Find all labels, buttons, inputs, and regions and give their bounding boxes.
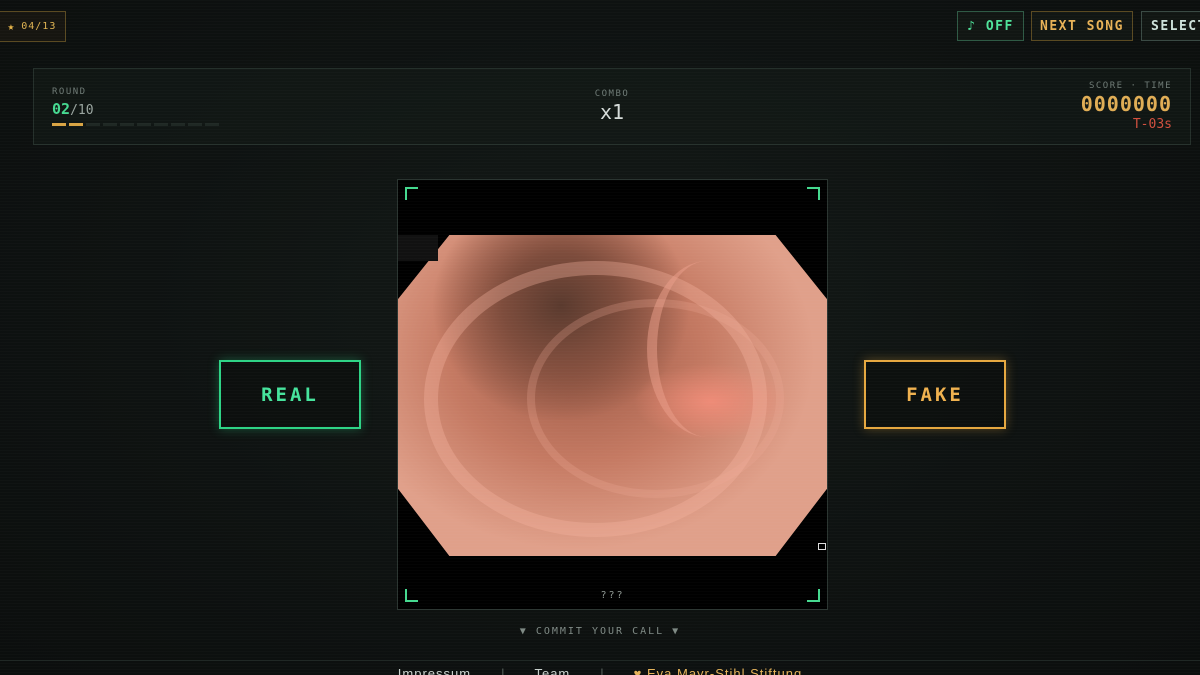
music-toggle-button[interactable]: ♪ OFF — [957, 11, 1024, 41]
fake-button[interactable]: FAKE — [864, 360, 1006, 429]
select-button[interactable]: SELECT — [1141, 11, 1200, 41]
endoscopy-image — [398, 235, 827, 556]
footer-separator: | — [501, 666, 505, 675]
badge-count: 04/13 — [21, 21, 57, 32]
score-label: SCORE · TIME — [1088, 81, 1172, 91]
footer-separator: | — [600, 666, 604, 675]
footer: Impressum | Team | ♥ Eva Mayr-Stihl Stif… — [0, 660, 1200, 675]
commit-prompt: ▼ COMMIT YOUR CALL ▼ — [519, 626, 681, 637]
progress-badge: ★ 04/13 — [0, 11, 66, 42]
combo-display: COMBO x1 — [34, 89, 1190, 124]
hud-panel: ROUND 02/10 COMBO x1 SCORE · TIME 000000… — [33, 68, 1191, 145]
next-song-button[interactable]: NEXT SONG — [1031, 11, 1133, 41]
sponsor-link[interactable]: ♥ Eva Mayr-Stihl Stiftung — [634, 666, 803, 675]
combo-value: x1 — [599, 100, 625, 124]
combo-label: COMBO — [594, 89, 630, 99]
image-viewer: ??? — [397, 179, 828, 610]
real-button[interactable]: REAL — [219, 360, 361, 429]
score-display: SCORE · TIME 0000000 T-03s — [1081, 81, 1172, 132]
impressum-link[interactable]: Impressum — [398, 666, 471, 675]
star-icon: ★ — [7, 20, 16, 33]
team-link[interactable]: Team — [534, 666, 570, 675]
time-value: T-03s — [1132, 117, 1172, 132]
image-mask — [398, 235, 438, 261]
corner-bracket — [807, 187, 820, 200]
score-value: 0000000 — [1080, 92, 1172, 116]
image-marker — [818, 543, 826, 550]
image-caption: ??? — [600, 590, 625, 601]
corner-bracket — [405, 187, 418, 200]
